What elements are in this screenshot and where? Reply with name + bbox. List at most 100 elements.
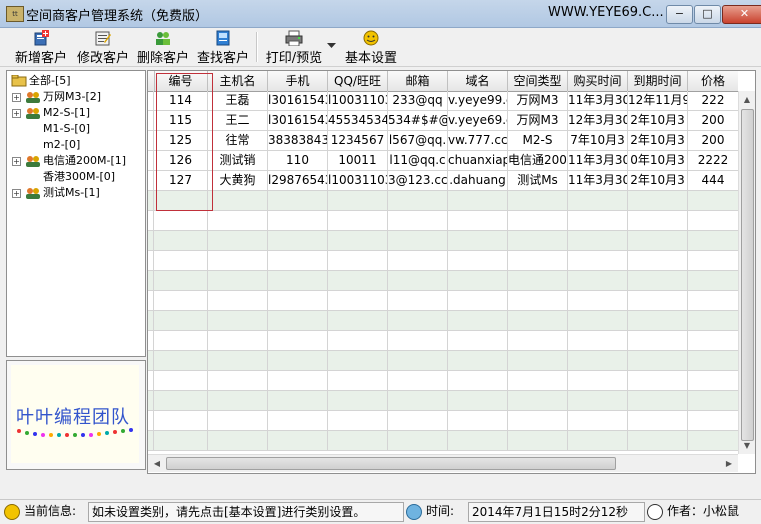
cell-hostname[interactable]: 王二 <box>208 111 268 131</box>
cell-phone[interactable]: l29876543 <box>268 171 328 191</box>
horizontal-scroll-thumb[interactable] <box>166 457 616 470</box>
cell-domain[interactable]: .dahuang <box>448 171 508 191</box>
add-customer-button[interactable]: 新增客户 <box>14 28 68 66</box>
tree-item-m2-s[interactable]: M2-S-[1] <box>25 105 90 121</box>
cell-price[interactable]: 200 <box>688 131 738 151</box>
column-header-phone[interactable]: 手机 <box>268 71 328 91</box>
column-header-domain[interactable]: 域名 <box>448 71 508 91</box>
scroll-down-arrow[interactable]: ▼ <box>740 438 754 453</box>
cell-phone[interactable]: l30161543 <box>268 91 328 111</box>
column-header-email[interactable]: 邮箱 <box>388 71 448 91</box>
cell-qq[interactable]: 1234567 <box>328 131 388 151</box>
cell-price <box>688 331 738 351</box>
cell-domain[interactable]: v.yeye69.c <box>448 111 508 131</box>
cell-hostname[interactable]: 王磊 <box>208 91 268 111</box>
column-header-hostname[interactable]: 主机名 <box>208 71 268 91</box>
cell-qq[interactable]: 10011 <box>328 151 388 171</box>
cell-space-type[interactable]: 测试Ms <box>508 171 568 191</box>
cell-id[interactable]: 127 <box>154 171 208 191</box>
scroll-left-arrow[interactable]: ◀ <box>150 456 164 471</box>
column-header-space-type[interactable]: 空间类型 <box>508 71 568 91</box>
scroll-up-arrow[interactable]: ▲ <box>740 92 754 107</box>
cell-space-type[interactable]: 万网M3 <box>508 91 568 111</box>
vertical-scrollbar[interactable]: ▲ ▼ <box>738 91 755 454</box>
table-row[interactable]: 126测试销11010011l11@qq.cchuanxiap电信通200M11… <box>148 151 738 171</box>
find-customer-button[interactable]: 查找客户 <box>196 28 250 66</box>
cell-space-type[interactable]: 电信通200M <box>508 151 568 171</box>
cell-purchase-date[interactable]: 7年10月3 <box>568 131 628 151</box>
cell-expiry-date[interactable]: 2年10月3 <box>628 171 688 191</box>
print-dropdown-arrow[interactable] <box>326 38 338 48</box>
table-row[interactable]: 114 王磊 l30161543 l10031103 233@qq v.yeye99.c 万… <box>148 91 738 111</box>
tree-item-test-ms[interactable]: 测试Ms-[1] <box>25 185 100 201</box>
settings-button[interactable]: 基本设置 <box>344 28 398 66</box>
cell-qq[interactable]: 45534534 <box>328 111 388 131</box>
column-header-expiry-date[interactable]: 到期时间 <box>628 71 688 91</box>
cell-id[interactable]: 125 <box>154 131 208 151</box>
cell-price[interactable]: 2222 <box>688 151 738 171</box>
maximize-button[interactable]: □ <box>694 5 721 24</box>
cell-email[interactable]: l567@qq. <box>388 131 448 151</box>
edit-customer-button[interactable]: 修改客户 <box>76 28 130 66</box>
cell-price[interactable]: 444 <box>688 171 738 191</box>
minimize-button[interactable]: − <box>666 5 693 24</box>
expand-toggle[interactable]: + <box>12 109 21 118</box>
scroll-right-arrow[interactable]: ▶ <box>722 456 736 471</box>
expand-toggle[interactable]: + <box>12 157 21 166</box>
cell-domain[interactable]: vw.777.cc <box>448 131 508 151</box>
column-header-price[interactable]: 价格 <box>688 71 738 91</box>
table-row[interactable]: 115 王二 l30161543 45534534 534#$#@ v.yeye69.c 万… <box>148 111 738 131</box>
column-header-purchase-date[interactable]: 购买时间 <box>568 71 628 91</box>
horizontal-scrollbar[interactable]: ◀ ▶ <box>148 454 738 472</box>
cell-domain[interactable]: chuanxiap <box>448 151 508 171</box>
cell-hostname[interactable]: 往常 <box>208 131 268 151</box>
cell-space-type[interactable]: M2-S <box>508 131 568 151</box>
delete-customer-button[interactable]: 删除客户 <box>136 28 190 66</box>
cell-price[interactable]: 200 <box>688 111 738 131</box>
cell-hostname <box>208 431 268 451</box>
column-header-qq[interactable]: QQ/旺旺 <box>328 71 388 91</box>
cell-hostname[interactable]: 测试销 <box>208 151 268 171</box>
cell-expiry-date[interactable]: 0年10月3 <box>628 151 688 171</box>
tree-item-hongkong-300m[interactable]: 香港300M-[0] <box>43 169 115 185</box>
status-time-value: 2014年7月1日15时2分12秒 <box>468 502 645 522</box>
cell-phone[interactable]: 38383843 <box>268 131 328 151</box>
cell-price[interactable]: 222 <box>688 91 738 111</box>
cell-email[interactable]: 3@123.cc <box>388 171 448 191</box>
cell-space-type[interactable]: 万网M3 <box>508 111 568 131</box>
cell-expiry-date <box>628 411 688 431</box>
cell-qq[interactable]: l10031103 <box>328 91 388 111</box>
cell-id[interactable]: 114 <box>154 91 208 111</box>
cell-purchase-date[interactable]: 11年3月30 <box>568 91 628 111</box>
cell-purchase-date[interactable]: 11年3月30 <box>568 151 628 171</box>
cell-expiry-date[interactable]: 2年10月3 <box>628 111 688 131</box>
tree-item-telecom-200m[interactable]: 电信通200M-[1] <box>25 153 126 169</box>
cell-id[interactable]: 115 <box>154 111 208 131</box>
cell-phone[interactable]: l30161543 <box>268 111 328 131</box>
vertical-scroll-thumb[interactable] <box>741 109 754 441</box>
tree-item-m1-s[interactable]: M1-S-[0] <box>43 121 90 137</box>
cell-domain[interactable]: v.yeye99.c <box>448 91 508 111</box>
expand-toggle[interactable]: + <box>12 93 21 102</box>
cell-phone[interactable]: 110 <box>268 151 328 171</box>
expand-toggle[interactable]: + <box>12 189 21 198</box>
tree-item-m2[interactable]: m2-[0] <box>43 137 80 153</box>
cell-purchase-date[interactable]: 12年3月30 <box>568 111 628 131</box>
cell-qq[interactable]: l10031103 <box>328 171 388 191</box>
cell-expiry-date[interactable]: 12年11月9 <box>628 91 688 111</box>
cell-email[interactable]: l11@qq.c <box>388 151 448 171</box>
cell-purchase-date[interactable]: 11年3月30 <box>568 171 628 191</box>
tree-item-wanwang-m3[interactable]: 万网M3-[2] <box>25 89 101 105</box>
cell-email[interactable]: 534#$#@ <box>388 111 448 131</box>
table-row[interactable]: 125 往常 38383843 1234567 l567@qq. vw.777.cc M2-… <box>148 131 738 151</box>
close-button[interactable]: ✕ <box>722 5 761 24</box>
print-preview-button[interactable]: 打印/预览 <box>262 28 326 66</box>
table-row[interactable]: 127 大黄狗 l29876543 l10031103 3@123.cc .dahuang… <box>148 171 738 191</box>
cell-hostname[interactable]: 大黄狗 <box>208 171 268 191</box>
cell-domain <box>448 331 508 351</box>
cell-expiry-date[interactable]: 2年10月3 <box>628 131 688 151</box>
cell-email[interactable]: 233@qq <box>388 91 448 111</box>
column-header-id[interactable]: 编号 <box>154 71 208 91</box>
cell-id[interactable]: 126 <box>154 151 208 171</box>
tree-item-all[interactable]: 全部-[5] <box>11 73 71 89</box>
